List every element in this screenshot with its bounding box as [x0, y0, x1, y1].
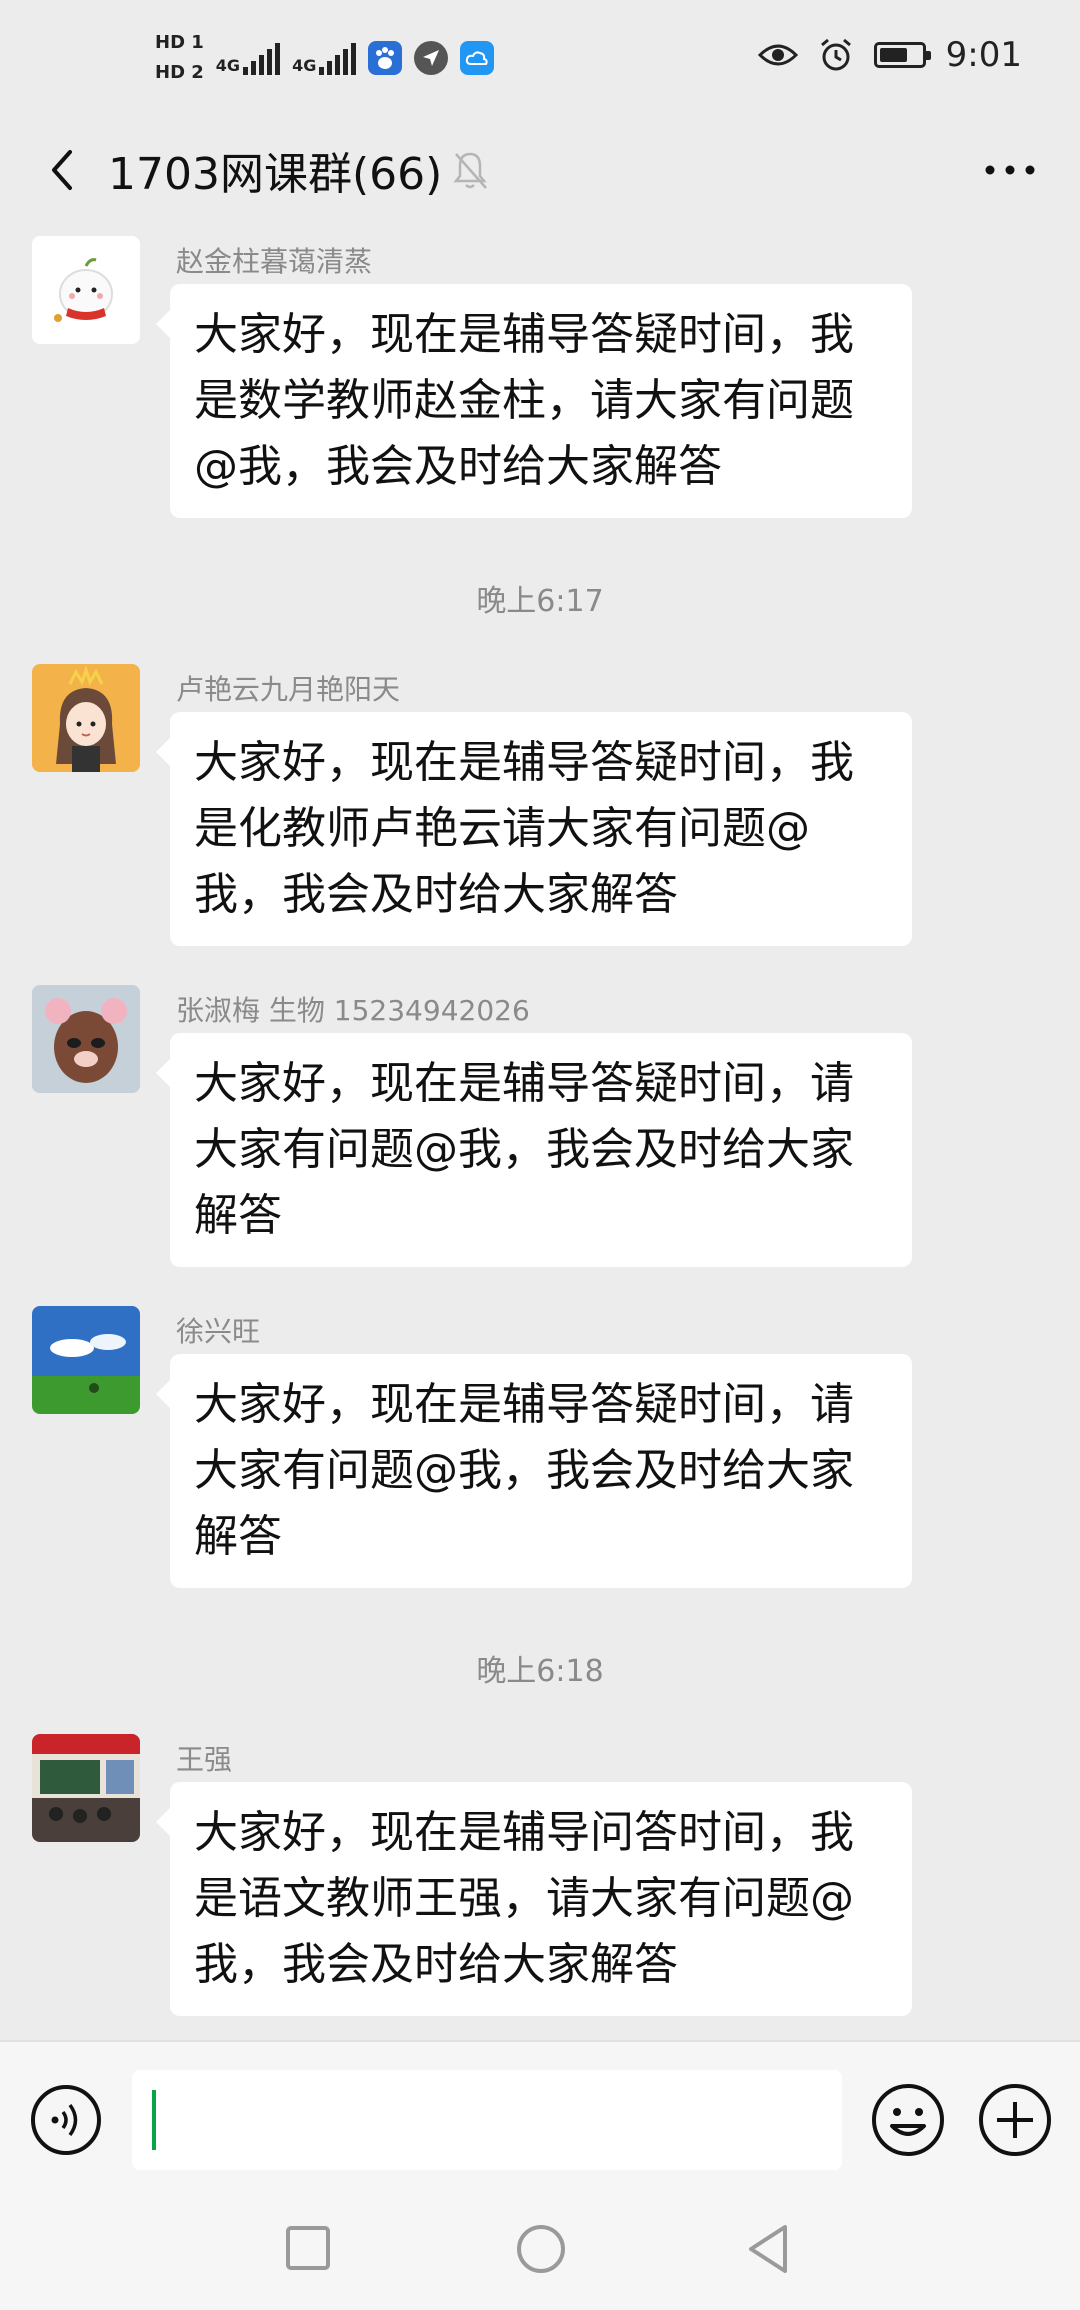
eye-comfort-icon [757, 44, 798, 66]
input-bar [0, 2040, 1080, 2197]
more-options-icon[interactable] [980, 150, 1040, 190]
status-left: HD 1 HD 2 4G 4G [155, 28, 495, 88]
signal-2: 4G [292, 41, 357, 75]
clock: 9:01 [945, 35, 1022, 75]
sender-name: 卢艳云九月艳阳天 [176, 673, 401, 706]
signal-1: 4G [215, 41, 281, 75]
message-bubble[interactable]: 大家好，现在是辅导问答时间，我是语文教师王强，请大家有问题@我，我会及时给大家解… [156, 1782, 912, 2016]
alarm-icon [820, 38, 851, 71]
signal-bars-icon [243, 41, 281, 75]
sender-name: 赵金柱暮蔼清蒸 [176, 245, 373, 278]
status-bar: HD 1 HD 2 4G 4G 9:01 [0, 0, 1080, 120]
message-bubble[interactable]: 大家好，现在是辅导答疑时间，我是数学教师赵金柱，请大家有问题@我，我会及时给大家… [156, 284, 912, 518]
avatar[interactable] [32, 985, 140, 1093]
hd2-label: HD 2 [155, 62, 204, 83]
message-input[interactable] [132, 2070, 842, 2170]
plus-icon[interactable] [977, 2082, 1053, 2158]
status-right: 9:01 [757, 35, 1022, 75]
mute-bell-icon [453, 152, 487, 189]
baidu-app-icon [368, 41, 403, 75]
avatar[interactable] [32, 664, 140, 772]
network-2-label: 4G [292, 56, 317, 75]
system-nav-bar [0, 2195, 1080, 2310]
classroom-avatar-icon [32, 1734, 140, 1842]
message-bubble[interactable]: 大家好，现在是辅导答疑时间，请大家有问题@我，我会及时给大家解答 [156, 1033, 912, 1267]
text-cursor [152, 2090, 156, 2150]
photo-avatar-icon [32, 985, 140, 1093]
avatar[interactable] [32, 236, 140, 344]
chat-header: 1703网课群(66) [0, 120, 1080, 220]
location-app-icon [414, 41, 449, 75]
avatar[interactable] [32, 1734, 140, 1842]
battery-level [879, 48, 908, 62]
message-bubble[interactable]: 大家好，现在是辅导答疑时间，请大家有问题@我，我会及时给大家解答 [156, 1354, 912, 1588]
sender-name: 张淑梅 生物 15234942026 [176, 994, 530, 1027]
message-bubble[interactable]: 大家好，现在是辅导答疑时间，我是化教师卢艳云请大家有问题@我，我会及时给大家解答 [156, 712, 912, 946]
avatar[interactable] [32, 1306, 140, 1414]
home-icon[interactable] [515, 2223, 567, 2275]
emoji-icon[interactable] [870, 2082, 946, 2158]
voice-input-icon[interactable] [30, 2084, 102, 2156]
back-triangle-icon[interactable] [745, 2223, 791, 2275]
signal-bars-icon [319, 41, 357, 75]
sender-name: 王强 [176, 1743, 233, 1776]
landscape-avatar-icon [32, 1306, 140, 1414]
cloud-app-icon [460, 41, 495, 75]
chat-title: 1703网课群(66) [108, 149, 443, 200]
battery-icon [873, 42, 931, 68]
timestamp: 晚上6:18 [476, 1654, 604, 1689]
girl-avatar-icon [56, 665, 116, 772]
network-1-label: 4G [215, 56, 241, 75]
hd-indicator: HD 1 HD 2 [155, 28, 204, 88]
sender-name: 徐兴旺 [176, 1315, 261, 1348]
recent-apps-icon[interactable] [285, 2225, 331, 2271]
hd1-label: HD 1 [155, 32, 204, 53]
timestamp: 晚上6:17 [476, 584, 604, 619]
cartoon-avatar-icon [54, 258, 113, 322]
back-arrow-icon[interactable] [36, 142, 92, 198]
